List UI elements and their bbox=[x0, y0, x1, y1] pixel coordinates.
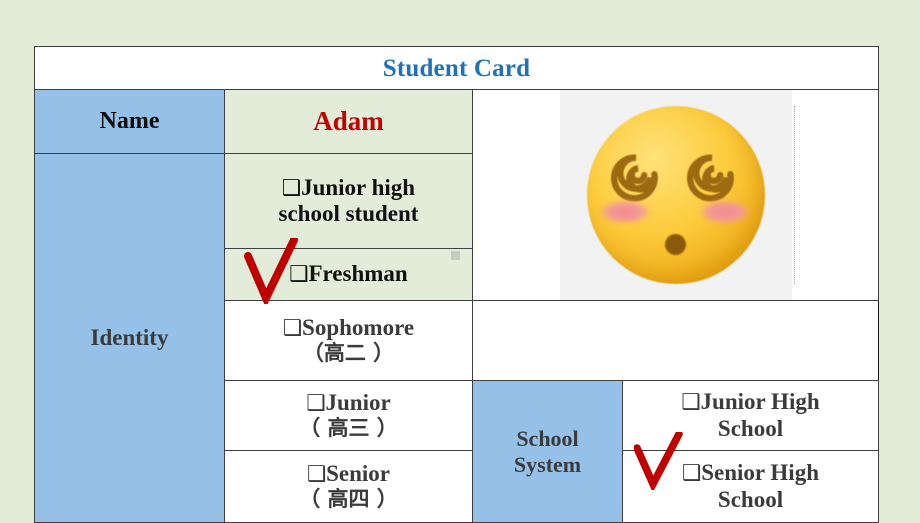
page-title: Student Card bbox=[382, 54, 531, 82]
checkbox-icon[interactable]: ❑ bbox=[282, 176, 302, 201]
checkbox-icon[interactable]: ❑ bbox=[283, 316, 303, 341]
blush-left bbox=[598, 200, 651, 224]
school-system-option-senior-high-school[interactable]: ❑Senior High School bbox=[621, 450, 880, 523]
identity-option-cjk: （高二 ） bbox=[302, 341, 395, 366]
checkbox-icon[interactable]: ❑ bbox=[306, 391, 326, 416]
selection-handle-artifact bbox=[451, 251, 460, 260]
identity-option-cjk: （ 高三 ） bbox=[299, 416, 398, 441]
identity-option-freshman[interactable]: ❑Freshman bbox=[224, 248, 473, 301]
school-system-label-line2: System bbox=[513, 451, 582, 477]
identity-label: Identity bbox=[90, 325, 169, 351]
identity-option-senior[interactable]: ❑Senior （ 高四 ） bbox=[224, 450, 473, 523]
checkbox-icon[interactable]: ❑ bbox=[681, 390, 701, 415]
name-header-cell: Name bbox=[34, 89, 225, 154]
blush-right bbox=[698, 200, 751, 224]
identity-option-line1: ❑Junior high bbox=[281, 174, 416, 201]
name-label: Name bbox=[99, 108, 160, 135]
checkbox-icon[interactable]: ❑ bbox=[289, 262, 309, 287]
school-system-option-line2: School bbox=[717, 486, 784, 512]
dizzy-face-emoji-icon bbox=[586, 106, 765, 284]
spiral-eye-right-icon bbox=[686, 154, 734, 202]
student-photo-cell bbox=[471, 89, 880, 301]
identity-option-line1: ❑Junior bbox=[306, 389, 391, 416]
identity-option-junior-high-school-student[interactable]: ❑Junior high school student bbox=[224, 153, 473, 249]
checkbox-icon[interactable]: ❑ bbox=[307, 462, 327, 487]
selection-dotted-line bbox=[793, 106, 795, 284]
identity-option-line1: ❑Sophomore bbox=[282, 314, 415, 341]
table-row-name: Name Adam bbox=[34, 89, 880, 301]
identity-option-sophomore[interactable]: ❑Sophomore （高二 ） bbox=[224, 300, 473, 381]
identity-option-junior[interactable]: ❑Junior （ 高三 ） bbox=[224, 380, 473, 451]
card-title-cell: Student Card bbox=[33, 46, 880, 90]
student-name-value: Adam bbox=[313, 106, 384, 136]
identity-option-line1: ❑Freshman bbox=[289, 261, 408, 288]
school-system-option-line1: ❑Senior High bbox=[682, 460, 819, 487]
school-system-option-line1: ❑Junior High bbox=[681, 389, 820, 416]
school-system-option-junior-high-school[interactable]: ❑Junior High School bbox=[621, 380, 880, 451]
identity-header-cell: Identity bbox=[34, 153, 225, 523]
school-system-label-line1: School bbox=[516, 425, 579, 451]
spiral-eye-left-icon bbox=[610, 154, 658, 202]
checkbox-icon[interactable]: ❑ bbox=[682, 461, 702, 486]
mouth-icon bbox=[664, 234, 686, 255]
identity-option-cjk: （ 高四 ） bbox=[299, 487, 398, 512]
identity-option-line2: school student bbox=[278, 201, 419, 227]
name-value-cell: Adam bbox=[224, 89, 473, 154]
school-system-option-line2: School bbox=[717, 415, 784, 441]
school-system-header-cell: School System bbox=[472, 380, 623, 523]
student-card-table: Student Card Name Adam Identity ❑Junior … bbox=[33, 46, 880, 523]
student-photo-frame bbox=[559, 90, 795, 300]
slide-canvas: Student Card Name Adam Identity ❑Junior … bbox=[0, 0, 920, 523]
table-row-title: Student Card bbox=[33, 46, 880, 90]
identity-option-line1: ❑Senior bbox=[306, 460, 391, 487]
